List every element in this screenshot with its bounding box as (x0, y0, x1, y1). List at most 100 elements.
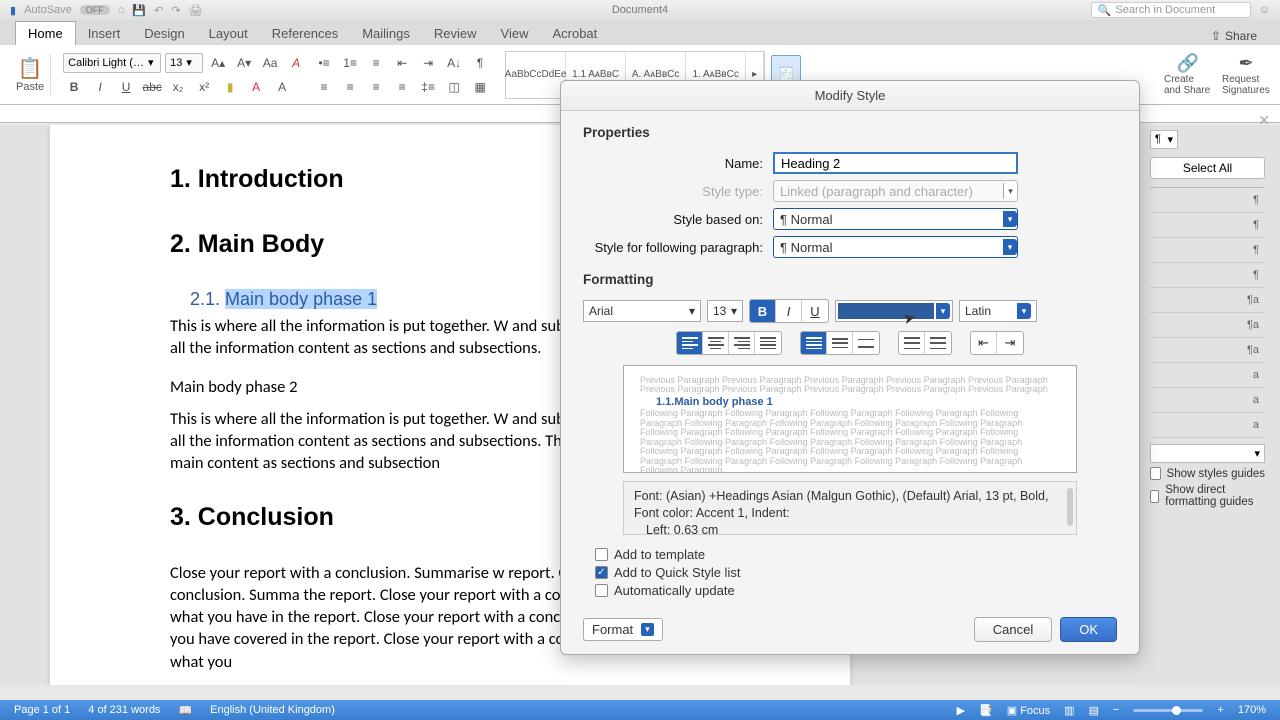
tab-design[interactable]: Design (132, 22, 196, 45)
spellcheck-icon[interactable]: 📖 (178, 704, 192, 717)
space-after-button[interactable] (925, 332, 951, 354)
style-normal[interactable]: AaBbCcDdEe (506, 52, 566, 98)
tab-layout[interactable]: Layout (197, 22, 260, 45)
ok-button[interactable]: OK (1060, 617, 1117, 642)
redo-icon[interactable]: ↷ (171, 4, 180, 17)
format-size-select[interactable]: 13▾ (707, 300, 743, 322)
print-layout-icon[interactable]: ▥ (1064, 704, 1074, 717)
clear-format-icon[interactable]: A (285, 52, 307, 74)
list-item[interactable]: a (1150, 388, 1265, 413)
zoom-out-icon[interactable]: − (1113, 704, 1119, 716)
tab-home[interactable]: Home (15, 21, 76, 45)
spacing-2-button[interactable] (853, 332, 879, 354)
search-input[interactable]: 🔍Search in Document (1091, 2, 1251, 18)
list-item[interactable]: ¶ (1150, 238, 1265, 263)
add-to-quick-style-checkbox[interactable]: ✓Add to Quick Style list (595, 565, 1105, 580)
tab-insert[interactable]: Insert (76, 22, 133, 45)
multilevel-icon[interactable]: ≡ (365, 52, 387, 74)
select-all-button[interactable]: Select All (1150, 157, 1265, 179)
list-item[interactable]: ¶a (1150, 313, 1265, 338)
indent-inc-icon[interactable]: ⇥ (417, 52, 439, 74)
shading-fill-icon[interactable]: ◫ (443, 76, 465, 98)
request-signatures-button[interactable]: ✒Request Signatures (1222, 53, 1270, 96)
tab-acrobat[interactable]: Acrobat (540, 22, 609, 45)
superscript-icon[interactable]: x² (193, 76, 215, 98)
format-font-select[interactable]: Arial▾ (583, 300, 701, 322)
based-on-select[interactable]: ¶ Normal▾ (773, 208, 1018, 230)
italic-button[interactable]: I (89, 76, 111, 98)
spacing-15-button[interactable] (827, 332, 853, 354)
bullets-icon[interactable]: •≡ (313, 52, 335, 74)
format-underline-button[interactable]: U (802, 300, 828, 322)
indent-inc-button[interactable]: ⇥ (997, 332, 1023, 354)
focus-button[interactable]: ▣ Focus (1007, 704, 1050, 717)
strike-button[interactable]: abc (141, 76, 163, 98)
font-color-icon[interactable]: A (245, 76, 267, 98)
borders-icon[interactable]: ▦ (469, 76, 491, 98)
format-script-select[interactable]: Latin▾ (959, 300, 1037, 322)
align-left-icon[interactable]: ≡ (313, 76, 335, 98)
sort-icon[interactable]: A↓ (443, 52, 465, 74)
align-center-icon[interactable]: ≡ (339, 76, 361, 98)
format-menu-button[interactable]: Format▾ (583, 618, 663, 641)
current-style-select[interactable]: ¶▾ (1150, 130, 1178, 149)
autosave-toggle[interactable]: OFF (80, 5, 110, 15)
view-icon[interactable]: 📑 (979, 704, 993, 717)
list-item[interactable]: ¶ (1150, 213, 1265, 238)
indent-dec-icon[interactable]: ⇤ (391, 52, 413, 74)
desc-scrollbar[interactable] (1067, 488, 1073, 526)
align-justify-button[interactable] (755, 332, 781, 354)
align-right-icon[interactable]: ≡ (365, 76, 387, 98)
align-right-button[interactable] (729, 332, 755, 354)
tab-references[interactable]: References (260, 22, 350, 45)
close-pane-icon[interactable]: ✕ (1258, 112, 1270, 129)
style-name-input[interactable] (773, 152, 1018, 174)
indent-dec-button[interactable]: ⇤ (971, 332, 997, 354)
align-left-button[interactable] (677, 332, 703, 354)
align-justify-icon[interactable]: ≡ (391, 76, 413, 98)
line-spacing-icon[interactable]: ‡≡ (417, 76, 439, 98)
user-icon[interactable]: ☺ (1259, 4, 1270, 16)
bold-button[interactable]: B (63, 76, 85, 98)
home-icon[interactable]: ⌂ (118, 4, 125, 16)
show-style-guides-checkbox[interactable]: Show styles guides (1150, 467, 1265, 480)
numbering-icon[interactable]: 1≡ (339, 52, 361, 74)
list-item[interactable]: ¶a (1150, 338, 1265, 363)
subscript-icon[interactable]: x₂ (167, 76, 189, 98)
zoom-slider[interactable] (1133, 709, 1203, 712)
tab-view[interactable]: View (489, 22, 541, 45)
highlight-icon[interactable]: ▮ (219, 76, 241, 98)
zoom-level[interactable]: 170% (1238, 704, 1266, 716)
list-item[interactable]: ¶ (1150, 188, 1265, 213)
format-italic-button[interactable]: I (776, 300, 802, 322)
word-count[interactable]: 4 of 231 words (88, 704, 160, 716)
tab-review[interactable]: Review (422, 22, 489, 45)
grow-font-icon[interactable]: A▴ (207, 52, 229, 74)
page-count[interactable]: Page 1 of 1 (14, 704, 70, 716)
following-select[interactable]: ¶ Normal▾ (773, 236, 1018, 258)
add-to-template-checkbox[interactable]: Add to template (595, 547, 1105, 562)
list-item[interactable]: a (1150, 413, 1265, 438)
list-item[interactable]: ¶ (1150, 263, 1265, 288)
shrink-font-icon[interactable]: A▾ (233, 52, 255, 74)
cancel-button[interactable]: Cancel (974, 617, 1052, 642)
space-before-button[interactable] (899, 332, 925, 354)
underline-button[interactable]: U (115, 76, 137, 98)
auto-update-checkbox[interactable]: Automatically update (595, 583, 1105, 598)
tab-mailings[interactable]: Mailings (350, 22, 422, 45)
spacing-1-button[interactable] (801, 332, 827, 354)
macro-icon[interactable]: ▶ (957, 704, 965, 717)
change-case-icon[interactable]: Aa (259, 52, 281, 74)
format-color-select[interactable]: ▾ (835, 300, 953, 322)
web-layout-icon[interactable]: ▤ (1089, 704, 1099, 717)
format-bold-button[interactable]: B (750, 300, 776, 322)
share-button[interactable]: ⇧Share (1203, 27, 1265, 45)
list-filter-select[interactable]: ▾ (1150, 444, 1265, 463)
list-item[interactable]: ¶a (1150, 288, 1265, 313)
print-icon[interactable]: 🖨 (189, 4, 203, 17)
show-direct-formatting-checkbox[interactable]: Show direct formatting guides (1150, 484, 1265, 508)
zoom-in-icon[interactable]: + (1217, 704, 1223, 716)
language-status[interactable]: English (United Kingdom) (210, 704, 335, 716)
shading-icon[interactable]: A (271, 76, 293, 98)
create-share-pdf-button[interactable]: 🔗Create and Share (1164, 53, 1212, 96)
